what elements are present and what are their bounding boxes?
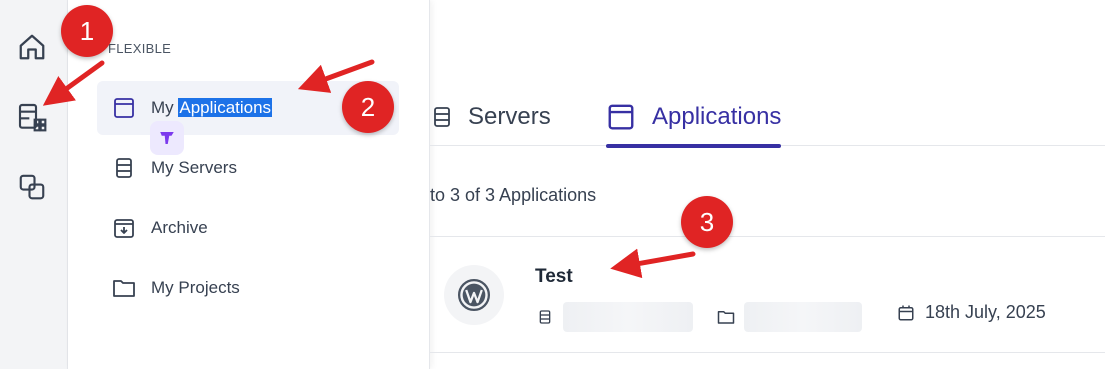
app-date-meta: 18th July, 2025 — [897, 302, 1046, 323]
server-icon — [430, 103, 454, 131]
app-name-link[interactable]: Test — [535, 266, 573, 288]
folder-icon — [716, 308, 736, 326]
tab-label: Applications — [652, 103, 782, 130]
divider — [430, 352, 1105, 353]
app-project-meta — [716, 302, 862, 332]
tab-label: Servers — [468, 103, 551, 130]
application-window-icon — [111, 95, 137, 121]
wordpress-icon — [444, 265, 504, 325]
arrow-3 — [610, 248, 696, 279]
server-icon — [111, 155, 137, 181]
annotation-marker-1: 1 — [61, 5, 113, 57]
extension-badge-icon[interactable] — [150, 121, 184, 155]
menu-item-my-servers[interactable]: My Servers — [97, 141, 399, 195]
integrations-icon[interactable] — [13, 168, 51, 206]
tab-servers[interactable]: Servers — [430, 88, 551, 146]
app-server-meta — [537, 302, 693, 332]
redacted-server-name — [563, 302, 693, 332]
annotation-marker-3: 3 — [681, 196, 733, 248]
annotation-marker-2: 2 — [342, 81, 394, 133]
menu-item-label: My Servers — [151, 158, 237, 177]
selected-text: Applications — [178, 98, 273, 117]
archive-icon — [111, 215, 137, 241]
redacted-project-name — [744, 302, 862, 332]
home-icon[interactable] — [13, 28, 51, 66]
flyout-menu: FLEXIBLE My Applications My Servers Arch… — [68, 0, 430, 369]
app-date: 18th July, 2025 — [925, 302, 1046, 322]
menu-item-label: Archive — [151, 218, 208, 237]
server-icon — [537, 308, 553, 326]
calendar-icon — [897, 304, 915, 322]
menu-item-label: My Projects — [151, 278, 240, 297]
applications-grid-icon[interactable] — [13, 98, 51, 136]
menu-item-label: My Applications — [151, 98, 273, 117]
tab-bar: Servers Applications — [430, 88, 1105, 148]
section-label: FLEXIBLE — [108, 41, 172, 56]
tab-applications[interactable]: Applications — [606, 88, 782, 148]
menu-item-my-projects[interactable]: My Projects — [97, 261, 399, 315]
results-count: to 3 of 3 Applications — [430, 185, 597, 205]
menu-item-archive[interactable]: Archive — [97, 201, 399, 255]
divider — [430, 236, 1105, 237]
folder-icon — [111, 275, 137, 301]
icon-rail — [0, 0, 68, 369]
application-window-icon — [606, 102, 636, 132]
